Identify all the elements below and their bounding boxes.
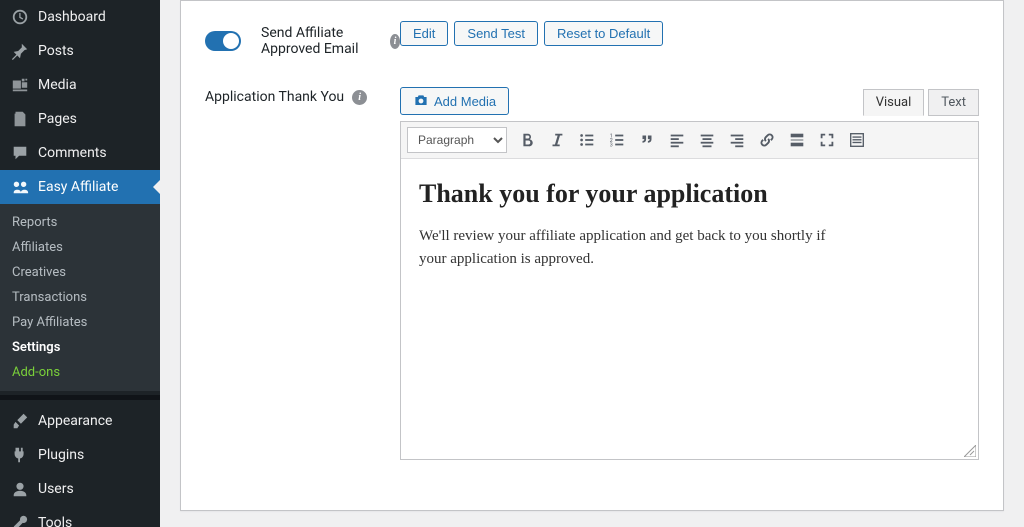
editor-column: Add Media Visual Text Paragraph — [400, 87, 979, 460]
sidebar-item-plugins[interactable]: Plugins — [0, 438, 160, 472]
submenu-item-creatives[interactable]: Creatives — [0, 260, 160, 285]
approved-email-buttons: Edit Send Test Reset to Default — [400, 21, 663, 46]
settings-panel: Send Affiliate Approved Email i Edit Sen… — [180, 0, 1004, 511]
submenu-item-reports[interactable]: Reports — [0, 210, 160, 235]
italic-button[interactable] — [543, 126, 571, 154]
approved-email-label: Send Affiliate Approved Email — [261, 25, 382, 57]
sidebar-item-pages[interactable]: Pages — [0, 102, 160, 136]
comment-icon — [10, 143, 30, 163]
affiliate-icon — [10, 177, 30, 197]
send-test-button[interactable]: Send Test — [454, 21, 538, 46]
editor-tabs: Visual Text — [863, 88, 979, 115]
toolbar-toggle-button[interactable] — [843, 126, 871, 154]
content-heading: Thank you for your application — [419, 179, 960, 209]
sidebar-item-label: Easy Affiliate — [38, 179, 118, 195]
submenu-item-settings[interactable]: Settings — [0, 335, 160, 360]
sidebar-item-appearance[interactable]: Appearance — [0, 404, 160, 438]
editor-content-area[interactable]: Thank you for your application We'll rev… — [401, 159, 978, 459]
media-icon — [10, 75, 30, 95]
sidebar-item-users[interactable]: Users — [0, 472, 160, 506]
sidebar-item-comments[interactable]: Comments — [0, 136, 160, 170]
sidebar-item-label: Pages — [38, 111, 77, 127]
approved-email-label-group: Send Affiliate Approved Email i — [205, 21, 400, 57]
tab-text[interactable]: Text — [928, 89, 979, 116]
user-icon — [10, 479, 30, 499]
sidebar-item-tools[interactable]: Tools — [0, 506, 160, 527]
sidebar-item-label: Appearance — [38, 413, 112, 429]
sidebar-item-posts[interactable]: Posts — [0, 34, 160, 68]
dashboard-icon — [10, 7, 30, 27]
sidebar-item-easyaffiliate[interactable]: Easy Affiliate — [0, 170, 160, 204]
format-select[interactable]: Paragraph — [407, 127, 507, 153]
add-media-label: Add Media — [434, 94, 496, 109]
link-button[interactable] — [753, 126, 781, 154]
numbered-list-button[interactable]: 123 — [603, 126, 631, 154]
sidebar-item-label: Posts — [38, 43, 74, 59]
approved-email-toggle[interactable] — [205, 31, 241, 51]
bullet-list-button[interactable] — [573, 126, 601, 154]
submenu-item-affiliates[interactable]: Affiliates — [0, 235, 160, 260]
editor-toolbar: Paragraph 123 — [401, 122, 978, 159]
blockquote-button[interactable] — [633, 126, 661, 154]
thankyou-label: Application Thank You — [205, 89, 344, 105]
sidebar-item-dashboard[interactable]: Dashboard — [0, 0, 160, 34]
plug-icon — [10, 445, 30, 465]
sidebar-item-label: Plugins — [38, 447, 84, 463]
fullscreen-button[interactable] — [813, 126, 841, 154]
reset-default-button[interactable]: Reset to Default — [544, 21, 663, 46]
align-center-button[interactable] — [693, 126, 721, 154]
info-icon[interactable]: i — [390, 34, 400, 49]
readmore-button[interactable] — [783, 126, 811, 154]
wysiwyg-editor: Paragraph 123 — [400, 121, 979, 460]
thankyou-row: Application Thank You i Add Media Visual — [205, 87, 979, 460]
info-icon[interactable]: i — [352, 90, 367, 105]
content-body: We'll review your affiliate application … — [419, 225, 839, 270]
sidebar-item-label: Users — [38, 481, 74, 497]
sidebar-item-media[interactable]: Media — [0, 68, 160, 102]
sidebar-item-label: Comments — [38, 145, 107, 161]
menu-separator — [0, 395, 160, 400]
submenu-item-addons[interactable]: Add-ons — [0, 360, 160, 385]
approved-email-row: Send Affiliate Approved Email i Edit Sen… — [205, 21, 979, 57]
admin-sidebar: Dashboard Posts Media Pages Comments — [0, 0, 160, 527]
submenu-item-transactions[interactable]: Transactions — [0, 285, 160, 310]
align-right-button[interactable] — [723, 126, 751, 154]
wrench-icon — [10, 513, 30, 527]
tab-visual[interactable]: Visual — [863, 89, 925, 116]
camera-music-icon — [413, 93, 429, 109]
align-left-button[interactable] — [663, 126, 691, 154]
sidebar-submenu: Reports Affiliates Creatives Transaction… — [0, 204, 160, 391]
editor-topbar: Add Media Visual Text — [400, 87, 979, 115]
add-media-button[interactable]: Add Media — [400, 87, 509, 115]
page-icon — [10, 109, 30, 129]
sidebar-item-label: Media — [38, 77, 77, 93]
svg-text:3: 3 — [610, 142, 613, 148]
brush-icon — [10, 411, 30, 431]
main-content: Send Affiliate Approved Email i Edit Sen… — [160, 0, 1024, 527]
sidebar-item-label: Dashboard — [38, 9, 106, 25]
submenu-item-payaffiliates[interactable]: Pay Affiliates — [0, 310, 160, 335]
pin-icon — [10, 41, 30, 61]
sidebar-item-label: Tools — [38, 515, 72, 527]
resize-handle-icon[interactable] — [964, 445, 976, 457]
edit-button[interactable]: Edit — [400, 21, 448, 46]
bold-button[interactable] — [513, 126, 541, 154]
thankyou-label-group: Application Thank You i — [205, 87, 400, 105]
